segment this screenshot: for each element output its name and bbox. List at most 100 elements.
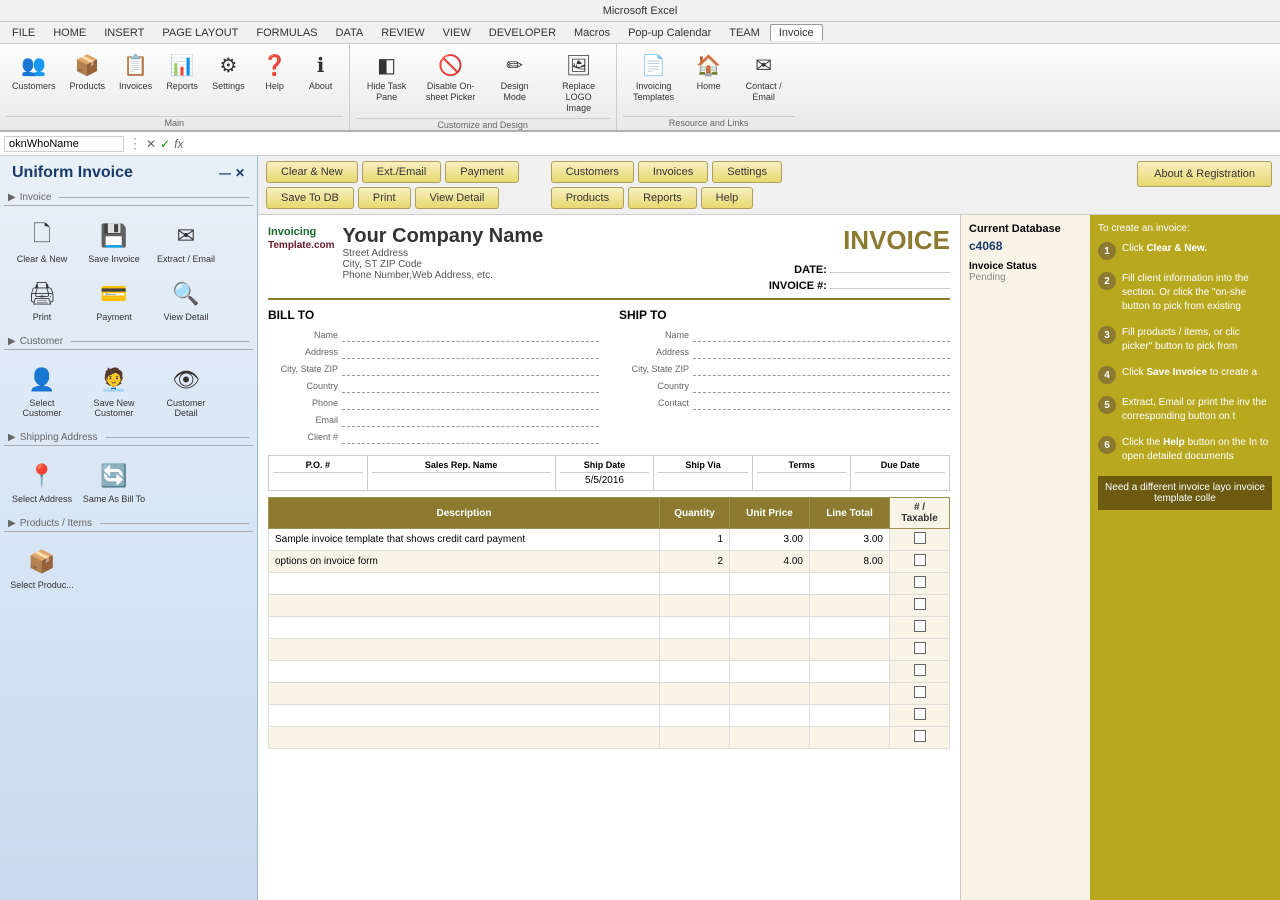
ribbon-settings-btn[interactable]: ⚙ Settings <box>206 46 251 114</box>
menu-home[interactable]: HOME <box>45 25 94 41</box>
toolbar-customers-btn[interactable]: Customers <box>551 161 634 183</box>
sidebar-products-items-collapse-icon[interactable]: ▶ <box>8 518 16 529</box>
taxable-checkbox-9[interactable] <box>914 708 926 720</box>
ribbon-invoices-btn[interactable]: 📋 Invoices <box>113 46 158 114</box>
toolbar-about-registration-btn[interactable]: About & Registration <box>1137 161 1272 187</box>
menu-popup-calendar[interactable]: Pop-up Calendar <box>620 25 719 41</box>
formula-function-icon[interactable]: fx <box>174 137 183 151</box>
menu-review[interactable]: REVIEW <box>373 25 432 41</box>
bill-city-field[interactable] <box>342 362 599 376</box>
toolbar-help-btn[interactable]: Help <box>701 187 754 209</box>
taxable-checkbox-10[interactable] <box>914 730 926 742</box>
bill-address-field[interactable] <box>342 345 599 359</box>
ribbon-contact-email-label: Contact / Email <box>739 81 789 103</box>
taxable-checkbox-1[interactable] <box>914 532 926 544</box>
ship-country-row: Country <box>619 379 950 393</box>
taxable-checkbox-2[interactable] <box>914 554 926 566</box>
toolbar-products-btn[interactable]: Products <box>551 187 624 209</box>
ship-name-field[interactable] <box>693 328 950 342</box>
menu-team[interactable]: TEAM <box>721 25 768 41</box>
company-info-left: Invoicing Template.com Your Company Name… <box>268 225 543 281</box>
toolbar-invoices-btn[interactable]: Invoices <box>638 161 708 183</box>
ribbon-hide-task-pane-btn[interactable]: ◧ Hide Task Pane <box>356 46 418 116</box>
invoices-icon: 📋 <box>120 49 152 81</box>
ship-country-field[interactable] <box>693 379 950 393</box>
taxable-checkbox-3[interactable] <box>914 576 926 588</box>
sidebar-item-same-as-bill[interactable]: 🔄 Same As Bill To <box>80 454 148 508</box>
taxable-checkbox-4[interactable] <box>914 598 926 610</box>
sidebar-item-print[interactable]: 🖨 Print <box>8 272 76 326</box>
company-address-block: Your Company Name Street Address City, S… <box>343 225 544 281</box>
formula-cancel-icon[interactable]: ✕ <box>146 137 156 151</box>
sidebar-item-save-new-customer[interactable]: 🧑‍💼 Save New Customer <box>80 358 148 422</box>
sidebar-item-select-address[interactable]: 📍 Select Address <box>8 454 76 508</box>
sidebar-close-icon[interactable]: ✕ <box>235 166 245 180</box>
ribbon-invoicing-templates-btn[interactable]: 📄 Invoicing Templates <box>623 46 685 114</box>
ribbon-customers-btn[interactable]: 👥 Customers <box>6 46 62 114</box>
toolbar-payment-btn[interactable]: Payment <box>445 161 518 183</box>
menu-file[interactable]: FILE <box>4 25 43 41</box>
ribbon-contact-email-btn[interactable]: ✉ Contact / Email <box>733 46 795 114</box>
toolbar-print-btn[interactable]: Print <box>358 187 411 209</box>
ribbon-replace-logo-btn[interactable]: 🖼 Replace LOGO Image <box>548 46 610 116</box>
disable-on-sheet-icon: 🚫 <box>435 49 467 81</box>
ribbon-home-btn[interactable]: 🏠 Home <box>687 46 731 114</box>
menu-macros[interactable]: Macros <box>566 25 618 41</box>
taxable-checkbox-8[interactable] <box>914 686 926 698</box>
bill-name-field[interactable] <box>342 328 599 342</box>
sidebar-invoice-collapse-icon[interactable]: ▶ <box>8 192 16 203</box>
menu-developer[interactable]: DEVELOPER <box>481 25 564 41</box>
sidebar-item-select-customer[interactable]: 👤 Select Customer <box>8 358 76 422</box>
bill-client-field[interactable] <box>342 430 599 444</box>
sidebar-item-customer-detail[interactable]: 👁 Customer Detail <box>152 358 220 422</box>
ribbon-help-btn[interactable]: ❓ Help <box>253 46 297 114</box>
po-col-label-po: P.O. # <box>273 460 363 473</box>
menu-formulas[interactable]: FORMULAS <box>248 25 325 41</box>
step-4: 4 Click Save Invoice to create a <box>1098 366 1272 384</box>
ship-address-field[interactable] <box>693 345 950 359</box>
menu-invoice[interactable]: Invoice <box>770 24 823 41</box>
menu-data[interactable]: DATA <box>328 25 372 41</box>
ribbon-reports-btn[interactable]: 📊 Reports <box>160 46 204 114</box>
bill-email-label: Email <box>268 415 338 425</box>
sidebar-item-view-detail[interactable]: 🔍 View Detail <box>152 272 220 326</box>
sidebar-item-clear-new[interactable]: 🗋 Clear & New <box>8 214 76 268</box>
sidebar-item-extract-email[interactable]: ✉ Extract / Email <box>152 214 220 268</box>
bill-country-field[interactable] <box>342 379 599 393</box>
toolbar-ext-email-btn[interactable]: Ext./Email <box>362 161 442 183</box>
name-box[interactable] <box>4 136 124 152</box>
sidebar-minimize-icon[interactable]: — <box>219 166 231 180</box>
toolbar-save-to-db-btn[interactable]: Save To DB <box>266 187 354 209</box>
ship-city-field[interactable] <box>693 362 950 376</box>
taxable-checkbox-7[interactable] <box>914 664 926 676</box>
menu-insert[interactable]: INSERT <box>96 25 152 41</box>
sidebar-item-save-invoice[interactable]: 💾 Save Invoice <box>80 214 148 268</box>
bottom-note-text: Need a different invoice layo invoice te… <box>1105 482 1265 504</box>
sidebar-item-payment[interactable]: 💳 Payment <box>80 272 148 326</box>
formula-input[interactable] <box>187 137 1276 151</box>
sidebar-shipping-collapse-icon[interactable]: ▶ <box>8 432 16 443</box>
ship-contact-field[interactable] <box>693 396 950 410</box>
ribbon-disable-on-sheet-btn[interactable]: 🚫 Disable On-sheet Picker <box>420 46 482 116</box>
sidebar-same-as-bill-label: Same As Bill To <box>83 494 145 504</box>
ribbon-invoices-label: Invoices <box>119 81 152 92</box>
bill-phone-field[interactable] <box>342 396 599 410</box>
step-2: 2 Fill client information into the secti… <box>1098 272 1272 314</box>
toolbar-view-detail-btn[interactable]: View Detail <box>415 187 500 209</box>
formula-confirm-icon[interactable]: ✓ <box>160 137 170 151</box>
sidebar-customer-collapse-icon[interactable]: ▶ <box>8 336 16 347</box>
toolbar-clear-new-btn[interactable]: Clear & New <box>266 161 358 183</box>
taxable-checkbox-5[interactable] <box>914 620 926 632</box>
ribbon-design-mode-btn[interactable]: ✏ Design Mode <box>484 46 546 116</box>
toolbar-reports-btn[interactable]: Reports <box>628 187 697 209</box>
sidebar-save-new-customer-label: Save New Customer <box>82 398 146 418</box>
toolbar-settings-btn[interactable]: Settings <box>712 161 782 183</box>
ribbon-products-btn[interactable]: 📦 Products <box>64 46 112 114</box>
menu-page-layout[interactable]: PAGE LAYOUT <box>154 25 246 41</box>
formula-divider-icon: ⋮ <box>128 135 142 152</box>
bill-email-field[interactable] <box>342 413 599 427</box>
sidebar-item-select-product[interactable]: 📦 Select Produc... <box>8 540 76 594</box>
ribbon-about-btn[interactable]: ℹ About <box>299 46 343 114</box>
menu-view[interactable]: VIEW <box>435 25 479 41</box>
taxable-checkbox-6[interactable] <box>914 642 926 654</box>
